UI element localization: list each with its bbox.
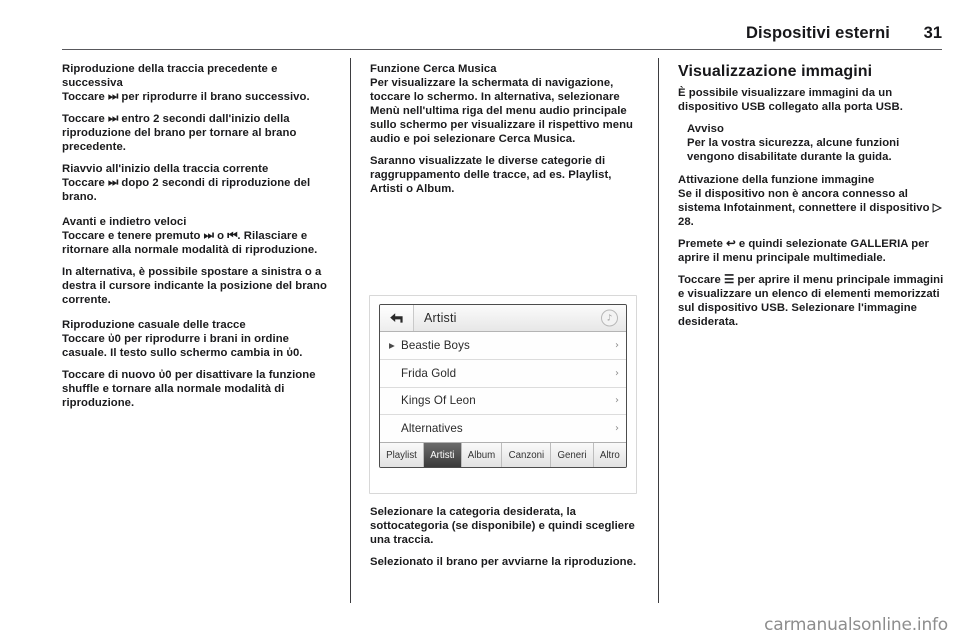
para-select-track: Selezionato il brano per avviarne la rip… [370, 555, 637, 568]
middle-column: Funzione Cerca Musica Per visualizzare l… [370, 62, 638, 204]
list-item[interactable]: Frida Gold › [380, 360, 626, 388]
list-item[interactable]: Alternatives › [380, 415, 626, 442]
heading-fast-forward-rewind: Avanti e indietro veloci [62, 215, 187, 228]
page-header: Dispositivi esterni 31 [62, 24, 942, 50]
heading-previous-next-track: Riproduzione della traccia precedente e … [62, 63, 278, 90]
para-restart-track: Toccare ⏭ dopo 2 secondi di riproduzione… [62, 176, 311, 203]
para-next-track: Toccare ⏭ per riprodurre il brano succes… [62, 91, 310, 104]
para-cursor-position: In alternativa, è possibile spostare a s… [62, 265, 327, 306]
page-number: 31 [923, 24, 942, 42]
para-select-category: Selezionare la categoria desiderata, la … [370, 506, 635, 547]
screen-title: Artisti [424, 311, 457, 325]
back-arrow-icon[interactable] [380, 305, 414, 331]
watermark: carmanualsonline.info [764, 615, 948, 635]
para-connect-device: Se il dispositivo non è ancora connesso … [678, 188, 942, 229]
note-body: Per la vostra sicurezza, alcune funzioni… [687, 136, 900, 163]
heading-music-search: Funzione Cerca Musica [370, 63, 497, 75]
heading-activate-image-function: Attivazione della funzione immagine [678, 173, 875, 186]
tab-playlist[interactable]: Playlist [380, 443, 425, 467]
chevron-right-icon: › [615, 423, 619, 435]
list-item-label: Beastie Boys [401, 338, 470, 352]
right-column: Visualizzazione immagini È possibile vis… [678, 62, 946, 336]
column-divider-left [350, 58, 352, 603]
para-browse-screen: Per visualizzare la schermata di navigaz… [370, 77, 633, 146]
para-shuffle-on: Toccare ὐ0 per riprodurre i brani in ord… [62, 333, 303, 360]
tab-artisti[interactable]: Artisti [424, 443, 462, 467]
tab-canzoni[interactable]: Canzoni [502, 443, 552, 467]
chevron-right-icon: › [615, 367, 619, 379]
manual-page: Dispositivi esterni 31 Riproduzione dell… [0, 0, 960, 642]
screen-titlebar: Artisti ♪ [380, 305, 626, 332]
middle-column-lower: Selezionare la categoria desiderata, la … [370, 505, 638, 576]
para-categories: Saranno visualizzate le diverse categori… [370, 155, 612, 196]
list-item[interactable]: Kings Of Leon › [380, 388, 626, 416]
figure-artist-browse-screen: Artisti ♪ ▶ Beastie Boys › Frida Gold › … [370, 296, 636, 493]
para-usb-images: È possibile visualizzare immagini da un … [678, 87, 903, 114]
artist-list: ▶ Beastie Boys › Frida Gold › Kings Of L… [380, 332, 626, 442]
page-title: Dispositivi esterni [745, 24, 890, 42]
heading-restart-track: Riavvio all'inizio della traccia corrent… [62, 162, 269, 175]
note-block: Avviso Per la vostra sicurezza, alcune f… [678, 122, 946, 164]
music-note-icon: ♪ [601, 309, 618, 327]
tab-altro[interactable]: Altro [593, 443, 626, 467]
tab-album[interactable]: Album [461, 443, 503, 467]
note-title: Avviso [687, 122, 724, 135]
section-title-image-display: Visualizzazione immagini [678, 63, 873, 80]
list-item[interactable]: ▶ Beastie Boys › [380, 332, 626, 360]
list-item-label: Alternatives [401, 422, 463, 436]
list-item-label: Kings Of Leon [401, 394, 476, 408]
header-rule [62, 49, 942, 51]
para-image-main-menu: Toccare ☰ per aprire il menu principale … [678, 273, 944, 328]
tab-generi[interactable]: Generi [551, 443, 594, 467]
left-column: Riproduzione della traccia precedente e … [62, 62, 330, 417]
category-tabbar: Playlist Artisti Album Canzoni Generi Al… [380, 442, 626, 467]
para-previous-track: Toccare ⏭ entro 2 secondi dall'inizio de… [62, 112, 297, 153]
chevron-right-icon: › [615, 395, 619, 407]
para-shuffle-off: Toccare di nuovo ὐ0 per disattivare la f… [62, 368, 316, 409]
now-playing-icon: ▶ [389, 340, 395, 350]
heading-shuffle: Riproduzione casuale delle tracce [62, 318, 246, 331]
para-fast-forward-rewind: Toccare e tenere premuto ⏭ o ⏮. Rilascia… [62, 229, 318, 257]
column-divider-right [658, 58, 660, 603]
para-open-gallery: Premete ↩ e quindi selezionate GALLERIA … [678, 237, 929, 264]
chevron-right-icon: › [615, 339, 619, 351]
list-item-label: Frida Gold [401, 366, 457, 380]
infotainment-screen: Artisti ♪ ▶ Beastie Boys › Frida Gold › … [379, 304, 627, 468]
